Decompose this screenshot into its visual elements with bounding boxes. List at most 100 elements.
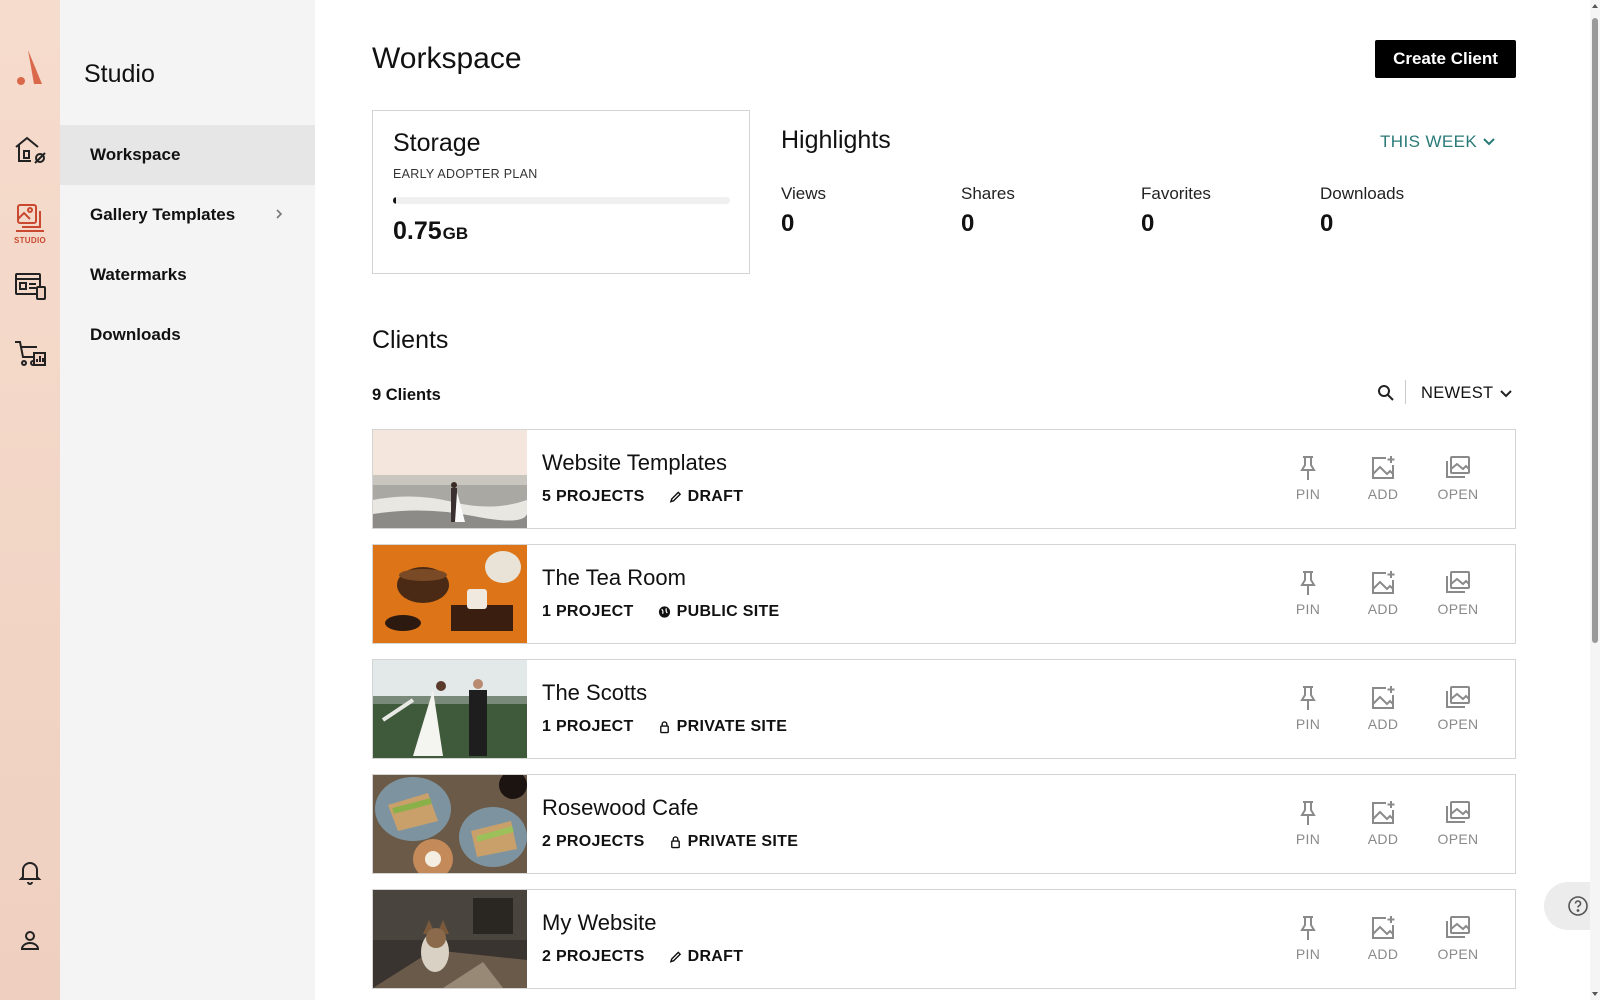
add-button[interactable]: ADD xyxy=(1353,799,1413,847)
open-button[interactable]: OPEN xyxy=(1428,799,1488,847)
gallery-icon xyxy=(1446,456,1470,478)
pin-label: PIN xyxy=(1295,831,1321,847)
home-settings-icon[interactable] xyxy=(10,130,50,170)
sidebar-item-watermarks[interactable]: Watermarks xyxy=(60,245,315,305)
storage-value: 0.75 xyxy=(393,217,442,245)
clients-title: Clients xyxy=(372,326,449,354)
gallery-icon xyxy=(1446,571,1470,593)
add-photo-icon xyxy=(1372,456,1395,479)
add-button[interactable]: ADD xyxy=(1353,914,1413,962)
add-photo-icon xyxy=(1372,571,1395,594)
store-analytics-icon[interactable] xyxy=(10,334,50,374)
stat-value: 0 xyxy=(1141,210,1155,237)
pin-icon xyxy=(1300,801,1316,825)
client-name[interactable]: The Scotts xyxy=(542,680,647,706)
open-label: OPEN xyxy=(1437,486,1479,502)
add-button[interactable]: ADD xyxy=(1353,454,1413,502)
open-button[interactable]: OPEN xyxy=(1428,569,1488,617)
studio-label: STUDIO xyxy=(13,236,47,245)
site-status: DRAFT xyxy=(669,948,744,966)
project-count: 1 PROJECT xyxy=(542,718,634,735)
website-builder-icon[interactable] xyxy=(10,266,50,306)
chevron-down-icon xyxy=(1500,389,1513,397)
storage-unit: GB xyxy=(442,224,469,243)
gallery-icon xyxy=(1446,801,1470,823)
client-meta: 1 PROJECT PUBLIC SITE xyxy=(542,603,780,621)
sidebar-item-label: Gallery Templates xyxy=(90,205,236,224)
stat-label: Downloads xyxy=(1320,184,1405,203)
search-icon[interactable] xyxy=(1375,382,1397,404)
open-button[interactable]: OPEN xyxy=(1428,684,1488,732)
icon-rail: STUDIO xyxy=(0,0,60,1000)
client-name[interactable]: Website Templates xyxy=(542,450,727,476)
pin-label: PIN xyxy=(1295,716,1321,732)
period-dropdown[interactable]: THIS WEEK xyxy=(1380,132,1495,152)
page-title: Workspace xyxy=(372,42,522,75)
stat-views: Views 0 xyxy=(781,184,951,238)
storage-title: Storage xyxy=(393,129,481,157)
storage-progress-bar xyxy=(393,197,730,204)
pin-icon xyxy=(1300,686,1316,710)
pin-icon xyxy=(1300,916,1316,940)
app-logo-icon[interactable] xyxy=(14,48,44,88)
client-thumbnail[interactable] xyxy=(373,775,527,873)
stat-label: Shares xyxy=(961,184,1015,203)
pin-icon xyxy=(1300,571,1316,595)
toolbar-divider xyxy=(1405,380,1406,404)
pin-button[interactable]: PIN xyxy=(1278,914,1338,962)
add-button[interactable]: ADD xyxy=(1353,569,1413,617)
client-meta: 2 PROJECTS PRIVATE SITE xyxy=(542,833,798,851)
sidebar-item-downloads[interactable]: Downloads xyxy=(60,305,315,365)
client-meta: 5 PROJECTS DRAFT xyxy=(542,488,743,506)
sidebar-item-workspace[interactable]: Workspace xyxy=(60,125,315,185)
studio-gallery-icon[interactable] xyxy=(10,198,50,238)
client-name[interactable]: Rosewood Cafe xyxy=(542,795,699,821)
sidebar-item-label: Workspace xyxy=(90,145,181,164)
storage-card: Storage EARLY ADOPTER PLAN 0.75GB xyxy=(372,110,750,274)
client-row[interactable]: Website Templates 5 PROJECTS DRAFT PIN A… xyxy=(372,429,1516,529)
client-row[interactable]: My Website 2 PROJECTS DRAFT PIN ADD OPEN xyxy=(372,889,1516,989)
user-profile-icon[interactable] xyxy=(10,920,50,960)
pin-button[interactable]: PIN xyxy=(1278,799,1338,847)
storage-progress-fill xyxy=(393,197,396,204)
pin-label: PIN xyxy=(1295,601,1321,617)
create-client-button[interactable]: Create Client xyxy=(1375,40,1516,78)
client-name[interactable]: My Website xyxy=(542,910,657,936)
client-row[interactable]: The Scotts 1 PROJECT PRIVATE SITE PIN AD… xyxy=(372,659,1516,759)
scroll-up-arrow-icon[interactable] xyxy=(1590,0,1600,12)
pin-button[interactable]: PIN xyxy=(1278,454,1338,502)
sidebar-brand-title: Studio xyxy=(84,60,155,88)
site-status: DRAFT xyxy=(669,488,744,506)
sort-dropdown[interactable]: NEWEST xyxy=(1421,384,1513,403)
globe-icon xyxy=(658,606,670,618)
status-label: PUBLIC SITE xyxy=(676,603,780,620)
client-name[interactable]: The Tea Room xyxy=(542,565,686,591)
add-photo-icon xyxy=(1372,801,1395,824)
pin-button[interactable]: PIN xyxy=(1278,684,1338,732)
add-button[interactable]: ADD xyxy=(1353,684,1413,732)
add-photo-icon xyxy=(1372,916,1395,939)
status-label: DRAFT xyxy=(687,488,744,505)
status-label: PRIVATE SITE xyxy=(687,833,799,850)
pin-button[interactable]: PIN xyxy=(1278,569,1338,617)
client-thumbnail[interactable] xyxy=(373,660,527,758)
sidebar-item-gallery-templates[interactable]: Gallery Templates xyxy=(60,185,315,245)
clients-count: 9 Clients xyxy=(372,386,441,404)
open-button[interactable]: OPEN xyxy=(1428,454,1488,502)
open-button[interactable]: OPEN xyxy=(1428,914,1488,962)
client-thumbnail[interactable] xyxy=(373,545,527,643)
site-status: PRIVATE SITE xyxy=(669,833,799,851)
stat-shares: Shares 0 xyxy=(961,184,1131,238)
bell-icon[interactable] xyxy=(10,852,50,892)
pin-label: PIN xyxy=(1295,486,1321,502)
scrollbar-thumb[interactable] xyxy=(1592,18,1598,643)
scroll-down-arrow-icon[interactable] xyxy=(1590,988,1600,1000)
client-row[interactable]: The Tea Room 1 PROJECT PUBLIC SITE PIN A… xyxy=(372,544,1516,644)
open-label: OPEN xyxy=(1437,601,1479,617)
client-row[interactable]: Rosewood Cafe 2 PROJECTS PRIVATE SITE PI… xyxy=(372,774,1516,874)
client-thumbnail[interactable] xyxy=(373,890,527,988)
open-label: OPEN xyxy=(1437,716,1479,732)
open-label: OPEN xyxy=(1437,946,1479,962)
add-label: ADD xyxy=(1367,946,1399,962)
client-thumbnail[interactable] xyxy=(373,430,527,528)
